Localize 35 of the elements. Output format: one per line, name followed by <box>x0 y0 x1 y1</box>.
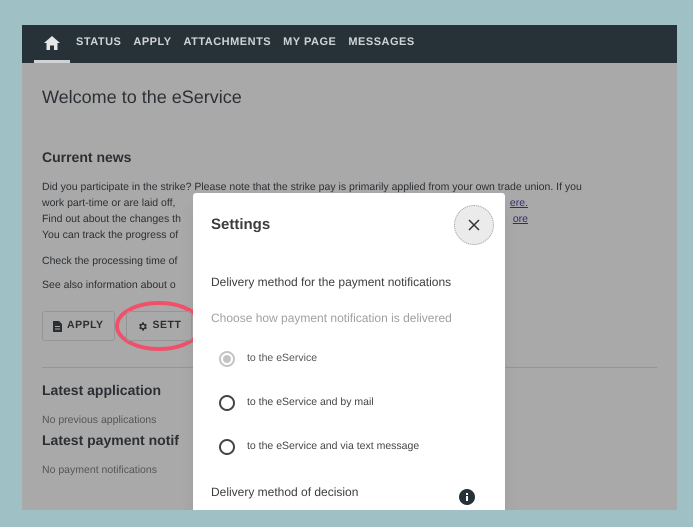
info-icon[interactable] <box>459 489 475 505</box>
nav-tab[interactable]: ATTACHMENTS <box>178 25 278 63</box>
dialog-subheading: Delivery method for the payment notifications <box>211 274 452 291</box>
close-icon <box>468 219 480 231</box>
radio-option[interactable]: to the eService and by mail <box>211 381 487 425</box>
section-heading: Current news <box>42 148 132 167</box>
info-text: Check the processing time of <box>42 254 178 269</box>
settings-button[interactable]: SETT <box>126 311 192 341</box>
close-button[interactable] <box>454 205 494 245</box>
news-text: You can track the progress of <box>42 228 178 243</box>
info-text: See also information about o <box>42 278 176 293</box>
hint-text: Choose how payment notification is delivered <box>211 310 453 327</box>
news-link[interactable]: ore <box>512 211 528 227</box>
news-text: Did you participate in the strike? Please note that the strike pay is primarily applied from your own trade union. If you <box>42 180 582 195</box>
radio-button[interactable] <box>219 395 235 411</box>
empty-text: No payment notifications <box>42 463 157 478</box>
section-heading: Latest payment notif <box>42 431 179 450</box>
nav-tab[interactable]: STATUS <box>70 25 128 63</box>
news-link[interactable]: ere. <box>510 195 528 211</box>
nav-tab[interactable]: MY PAGE <box>277 25 342 63</box>
nav-tab[interactable]: MESSAGES <box>342 25 421 63</box>
section-heading: Latest application <box>42 381 162 400</box>
nav-tab[interactable]: APPLY <box>127 25 178 63</box>
document-icon <box>53 320 62 332</box>
news-text: Find out about the changes th <box>42 212 181 227</box>
page-title: Welcome to the eService <box>42 86 242 109</box>
empty-text: No previous applications <box>42 413 156 428</box>
dialog-subheading: Delivery method of decision <box>211 484 358 501</box>
radio-option[interactable]: to the eService and via text message <box>211 425 487 469</box>
home-icon <box>44 36 60 50</box>
dialog-title: Settings <box>211 214 270 235</box>
gear-icon <box>136 320 148 332</box>
apply-button[interactable]: APPLY <box>42 311 115 341</box>
news-text: work part-time or are laid off, <box>42 196 176 211</box>
radio-button[interactable] <box>219 439 235 455</box>
